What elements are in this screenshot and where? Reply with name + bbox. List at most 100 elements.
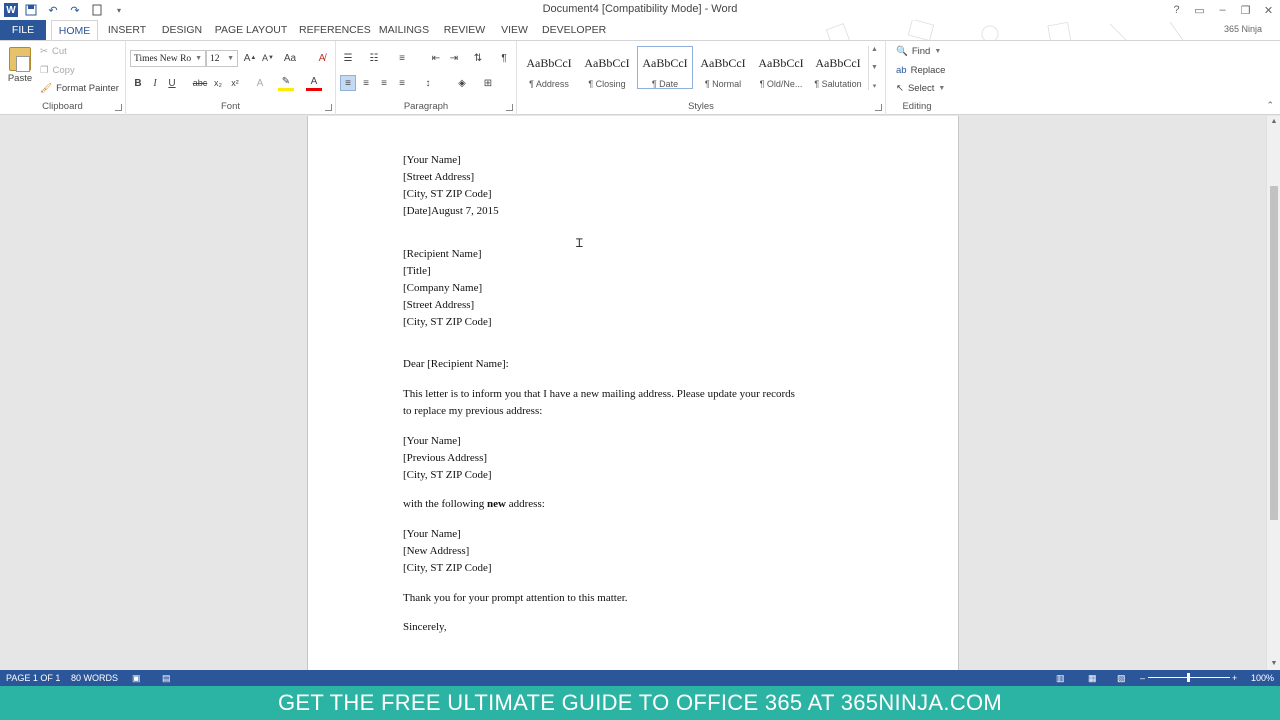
promo-banner: GET THE FREE ULTIMATE GUIDE TO OFFICE 36… [0,686,1280,720]
scroll-down-icon[interactable]: ▼ [1267,658,1280,670]
tab-review[interactable]: REVIEW [442,20,487,40]
chevron-down-icon: ▼ [934,48,942,55]
page-count[interactable]: PAGE 1 OF 1 [6,673,60,683]
format-painter-button[interactable]: 🖌 Format Painter [40,83,119,94]
highlight-icon[interactable]: ✎ [278,75,294,91]
superscript-icon[interactable]: x² [227,75,243,91]
restore-icon[interactable]: ❐ [1234,0,1257,20]
borders-icon[interactable]: ⊞ [480,75,496,91]
paste-label: Paste [7,73,33,84]
minimize-icon[interactable]: – [1211,0,1234,20]
strikethrough-icon[interactable]: abc [192,75,208,91]
replace-icon: ab [896,65,907,76]
paste-button[interactable]: Paste [6,47,34,84]
style-sample: AaBbCcI [700,56,746,70]
help-icon[interactable]: ? [1165,0,1188,20]
increase-indent-icon[interactable]: ⇥ [446,50,462,66]
text-effects-icon[interactable]: A [252,75,268,91]
more-styles-icon[interactable]: ▾ [873,82,877,90]
italic-icon[interactable]: I [147,75,163,91]
document-page[interactable]: [Your Name] [Street Address] [City, ST Z… [307,116,959,670]
grow-font-icon[interactable]: A ▲ [242,50,258,66]
style-salutation[interactable]: AaBbCcI ¶ Salutation [810,46,866,89]
numbering-icon[interactable]: ☷ [366,50,382,66]
zoom-slider-knob[interactable] [1187,673,1190,682]
scroll-thumb[interactable] [1270,186,1278,520]
tab-mailings[interactable]: MAILINGS [375,20,433,40]
styles-launcher-icon[interactable] [875,104,882,111]
tab-developer[interactable]: DEVELOPER [542,20,606,40]
word-count[interactable]: 80 WORDS [71,673,118,683]
tab-view[interactable]: VIEW [497,20,532,40]
tab-design[interactable]: DESIGN [160,20,204,40]
tab-page-layout[interactable]: PAGE LAYOUT [214,20,288,40]
cut-button[interactable]: ✂ Cut [40,46,67,57]
decrease-indent-icon[interactable]: ⇤ [428,50,444,66]
font-group-label: Font [220,101,240,112]
font-launcher-icon[interactable] [325,104,332,111]
font-size-box[interactable]: 12 ▼ [206,50,238,67]
style-date[interactable]: AaBbCcI ¶ Date [637,46,693,89]
chevron-down-icon: ▼ [227,55,234,62]
collapse-ribbon-icon[interactable]: ⌃ [1266,100,1274,111]
justify-icon[interactable]: ≡ [394,75,410,91]
paragraph-group-label: Paragraph [403,101,449,112]
align-left-icon[interactable]: ≡ [340,75,356,91]
shading-icon[interactable]: ◈ [454,75,470,91]
line-spacing-icon[interactable]: ↕ [420,75,436,91]
style-name: ¶ Date [651,79,679,89]
paragraph-launcher-icon[interactable] [506,104,513,111]
style-address[interactable]: AaBbCcI ¶ Address [521,46,577,89]
styles-group: AaBbCcI ¶ Address AaBbCcI ¶ Closing AaBb… [517,41,886,115]
font-family-box[interactable]: Times New Ro ▼ [130,50,206,67]
chevron-down-icon: ▼ [195,55,202,62]
font-color-icon[interactable]: A [306,75,322,91]
subscript-icon[interactable]: x₂ [210,75,226,91]
clipboard-launcher-icon[interactable] [115,104,122,111]
clear-formatting-icon[interactable]: A̸ [314,50,330,66]
copy-button[interactable]: ❐ Copy [40,65,75,76]
ribbon-display-icon[interactable]: ▭ [1188,0,1211,20]
print-layout-icon[interactable]: ▦ [1088,673,1097,684]
align-right-icon[interactable]: ≡ [376,75,392,91]
chevron-up-icon[interactable]: ▲ [871,46,878,53]
zoom-level[interactable]: 100% [1251,673,1274,683]
bullets-icon[interactable]: ☰ [340,50,356,66]
macro-record-icon[interactable]: ▤ [162,673,171,684]
align-center-icon[interactable]: ≡ [358,75,374,91]
cut-label: Cut [51,46,67,57]
underline-icon[interactable]: U [164,75,180,91]
sort-icon[interactable]: ⇅ [470,50,486,66]
doc-line: [City, ST ZIP Code] [403,469,492,481]
proofing-icon[interactable]: ▣ [132,673,141,684]
scroll-up-icon[interactable]: ▲ [1267,116,1280,128]
bold-word: new [487,498,506,510]
ribbon-tabs: FILE HOME INSERT DESIGN PAGE LAYOUT REFE… [0,20,1280,55]
styles-gallery-scroll[interactable]: ▲ ▼ ▾ [868,46,880,90]
style-normal[interactable]: AaBbCcI ¶ Normal [695,46,751,89]
read-mode-icon[interactable]: ▥ [1056,673,1065,684]
user-account[interactable]: 365 Ninja [1224,24,1262,34]
document-area[interactable]: [Your Name] [Street Address] [City, ST Z… [0,116,1266,670]
paste-icon [9,47,31,72]
show-formatting-marks-icon[interactable]: ¶ [496,50,512,66]
select-button[interactable]: ↖ Select ▼ [896,83,945,94]
replace-button[interactable]: ab Replace [896,65,945,76]
chevron-down-icon[interactable]: ▼ [871,64,878,71]
vertical-scrollbar[interactable]: ▲ ▼ [1266,116,1280,670]
style-old-new[interactable]: AaBbCcI ¶ Old/Ne... [753,46,809,89]
tab-insert[interactable]: INSERT [106,20,148,40]
style-closing[interactable]: AaBbCcI ¶ Closing [579,46,635,89]
tab-file[interactable]: FILE [0,20,46,40]
zoom-out-icon[interactable]: – [1140,673,1145,683]
bold-icon[interactable]: B [130,75,146,91]
shrink-font-icon[interactable]: A ▼ [260,50,276,66]
find-button[interactable]: 🔍 Find ▼ [896,46,941,57]
close-icon[interactable]: ✕ [1257,0,1280,20]
web-layout-icon[interactable]: ▧ [1117,673,1126,684]
zoom-in-icon[interactable]: + [1232,673,1237,683]
tab-home[interactable]: HOME [51,20,98,40]
change-case-icon[interactable]: Aa [282,50,298,66]
multilevel-list-icon[interactable]: ≡ [394,50,410,66]
tab-references[interactable]: REFERENCES [299,20,371,40]
